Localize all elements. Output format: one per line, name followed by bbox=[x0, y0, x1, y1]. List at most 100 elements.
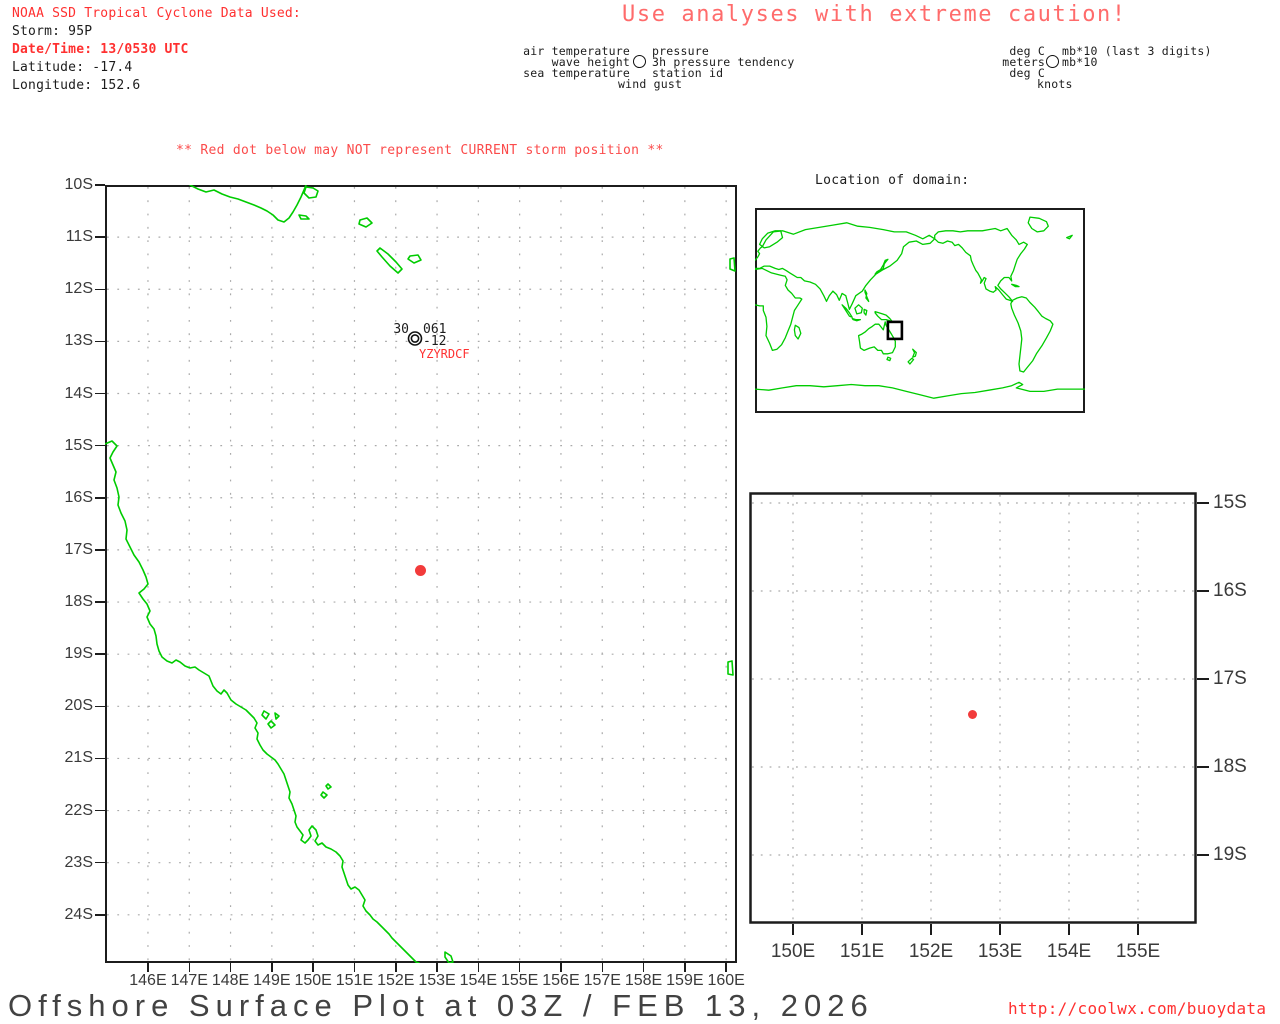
main-map-lon-tick bbox=[271, 963, 273, 972]
station-circle-icon bbox=[633, 55, 646, 68]
main-map-lat-label: 19S bbox=[64, 645, 93, 663]
main-map-lon-tick bbox=[312, 963, 314, 972]
source-url: http://coolwx.com/buoydata bbox=[1008, 999, 1267, 1018]
main-map-lon-tick bbox=[436, 963, 438, 972]
zoom-map-lat-tick bbox=[1197, 854, 1209, 856]
main-map-lat-tick bbox=[95, 914, 105, 916]
zoom-map-lon-label: 155E bbox=[1115, 941, 1161, 962]
main-map-lon-label: 155E bbox=[500, 972, 539, 989]
main-map-lat-label: 24S bbox=[64, 905, 93, 923]
main-map-lat-tick bbox=[95, 705, 105, 708]
zoom-map-lon-label: 154E bbox=[1046, 941, 1092, 962]
main-map-lon-tick bbox=[560, 963, 562, 972]
main-map-lon-label: 148E bbox=[211, 972, 250, 989]
main-map-lon-label: 159E bbox=[666, 972, 704, 989]
world-map-canvas bbox=[754, 208, 1085, 413]
zoom-map-lon-label: 151E bbox=[839, 941, 885, 962]
main-map-lat-tick bbox=[95, 757, 105, 760]
latitude-line: Latitude: -17.4 bbox=[12, 60, 133, 75]
main-map-lat-label: 11S bbox=[65, 228, 93, 246]
main-map-lat-tick bbox=[95, 497, 105, 499]
wind-gust-units: knots bbox=[1037, 77, 1073, 91]
main-map-lon-tick bbox=[642, 963, 645, 972]
datetime-line: Date/Time: 13/0530 UTC bbox=[12, 42, 189, 57]
main-map-lat-label: 18S bbox=[64, 593, 93, 611]
caution-banner: Use analyses with extreme caution! bbox=[622, 2, 1127, 27]
main-map-lon-label: 149E bbox=[253, 972, 291, 989]
main-map-lat-label: 21S bbox=[64, 749, 93, 767]
zoom-map-lat-label: 15S bbox=[1213, 492, 1247, 513]
main-map-lon-label: 160E bbox=[707, 972, 745, 989]
sea-temperature-label: sea temperature bbox=[523, 66, 630, 80]
main-map-lat-tick bbox=[95, 601, 105, 603]
main-map-lat-label: 14S bbox=[64, 384, 93, 402]
offshore-surface-plot-page: NOAA SSD Tropical Cyclone Data Used: Sto… bbox=[0, 0, 1280, 1024]
noaa-data-line: NOAA SSD Tropical Cyclone Data Used: bbox=[12, 6, 301, 21]
main-map-lon-tick bbox=[601, 963, 603, 972]
main-map-lon-label: 146E bbox=[129, 972, 167, 989]
main-map-lat-tick bbox=[95, 340, 105, 343]
main-map-lat-label: 15S bbox=[64, 436, 93, 454]
main-map-lon-label: 152E bbox=[377, 972, 415, 989]
main-map-lat-label: 10S bbox=[64, 176, 93, 193]
main-map: 30 061 -12 YZYRDCF bbox=[104, 184, 737, 964]
zoom-map-lon-tick bbox=[792, 924, 794, 935]
storm-position-warning: ** Red dot below may NOT represent CURRE… bbox=[176, 143, 664, 158]
main-map-lon-tick bbox=[147, 963, 149, 972]
zoom-map-lat-label: 17S bbox=[1213, 668, 1247, 689]
station-plot-legend: air temperature wave height sea temperat… bbox=[500, 38, 800, 92]
main-map-lon-tick bbox=[518, 963, 521, 972]
domain-rectangle bbox=[886, 320, 904, 341]
main-map-lon-label: 151E bbox=[335, 972, 374, 989]
world-locator-map bbox=[754, 208, 1085, 413]
main-map-lon-tick bbox=[477, 963, 480, 972]
longitude-line: Longitude: 152.6 bbox=[12, 78, 141, 93]
main-map-lat-tick bbox=[95, 184, 105, 186]
zoom-map-lon-tick bbox=[861, 924, 863, 935]
main-map-lon-tick bbox=[353, 963, 356, 972]
station-calm-circle-icon bbox=[407, 331, 423, 346]
storm-position-dot-zoom bbox=[968, 710, 977, 719]
main-map-lon-label: 154E bbox=[459, 972, 498, 989]
main-map-lat-label: 17S bbox=[64, 540, 93, 558]
main-map-lat-label: 22S bbox=[64, 801, 93, 819]
zoom-map-lon-tick bbox=[1068, 924, 1070, 935]
main-map-lat-tick bbox=[95, 861, 105, 864]
main-map-lon-label: 150E bbox=[294, 972, 332, 989]
main-map-lon-label: 158E bbox=[624, 972, 663, 989]
sea-temp-units: deg C bbox=[1009, 66, 1045, 80]
main-map-lat-tick bbox=[95, 236, 105, 238]
main-map-lon-tick bbox=[229, 963, 232, 972]
station-id-label: station id bbox=[652, 66, 724, 80]
zoom-map-lon-label: 150E bbox=[770, 941, 816, 962]
main-map-lat-label: 13S bbox=[64, 332, 93, 350]
zoom-map-lat-tick bbox=[1197, 590, 1209, 592]
main-map-lon-tick bbox=[684, 963, 686, 972]
zoom-map-lat-label: 19S bbox=[1213, 844, 1247, 865]
main-map-lon-tick bbox=[725, 963, 727, 972]
zoom-map-canvas bbox=[749, 492, 1197, 924]
storm-position-dot bbox=[415, 565, 426, 576]
main-map-lon-label: 147E bbox=[170, 972, 208, 989]
main-map-lat-label: 16S bbox=[64, 488, 93, 506]
inset-title: Location of domain: bbox=[815, 173, 970, 188]
station-circle-icon bbox=[1046, 55, 1059, 68]
main-map-lat-tick bbox=[95, 653, 105, 655]
main-map-lat-label: 20S bbox=[64, 697, 93, 715]
zoom-map-lat-tick bbox=[1197, 678, 1209, 680]
zoom-map-lat-label: 18S bbox=[1213, 756, 1247, 777]
storm-line: Storm: 95P bbox=[12, 24, 93, 39]
zoom-map-lon-tick bbox=[1137, 924, 1139, 935]
main-map-lon-tick bbox=[395, 963, 397, 972]
zoom-map-lon-tick bbox=[999, 924, 1001, 935]
zoom-map-lon-tick bbox=[930, 924, 932, 935]
main-map-lon-label: 156E bbox=[542, 972, 580, 989]
main-map-lat-tick bbox=[95, 809, 105, 812]
main-map-lat-label: 23S bbox=[64, 853, 93, 871]
zoom-map-lon-label: 153E bbox=[977, 941, 1023, 962]
main-map-lon-label: 153E bbox=[418, 972, 456, 989]
main-map-lat-tick bbox=[95, 392, 105, 395]
zoom-map bbox=[749, 492, 1197, 924]
zoom-map-lat-label: 16S bbox=[1213, 580, 1247, 601]
main-map-lon-tick bbox=[188, 963, 190, 972]
